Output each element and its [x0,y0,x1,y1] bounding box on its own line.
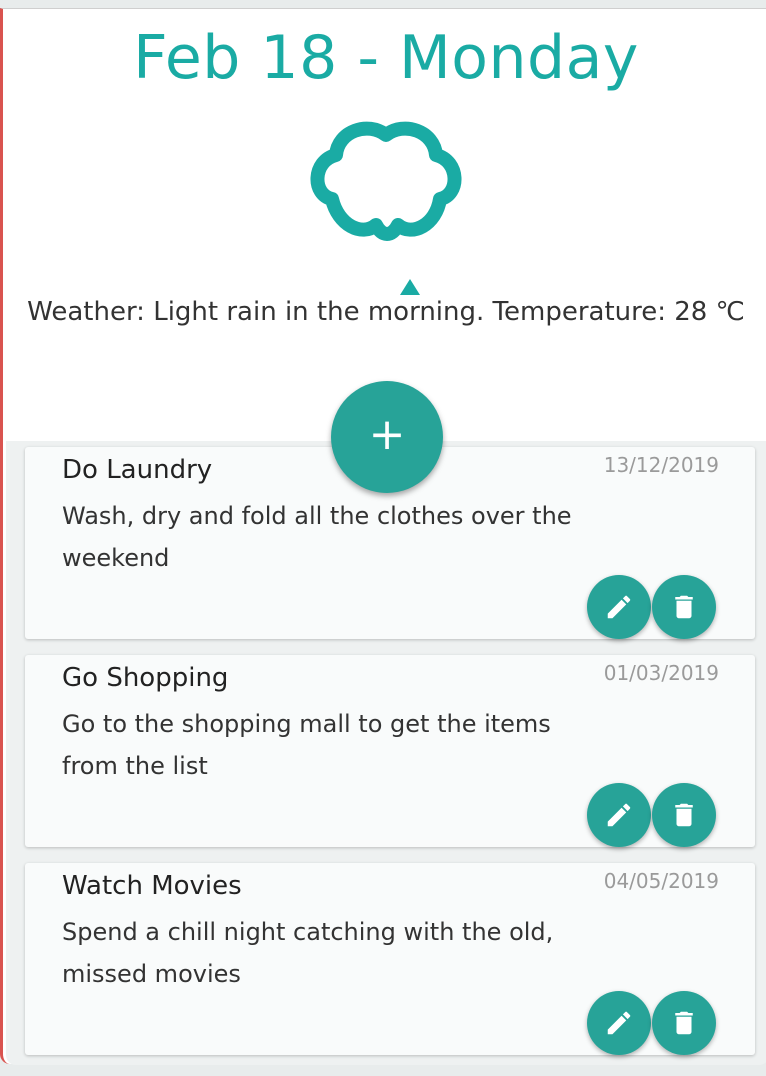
task-title: Watch Movies [62,871,242,901]
page-title-date: Feb 18 - Monday [133,23,639,93]
task-date: 04/05/2019 [603,869,719,893]
edit-button[interactable] [587,575,651,639]
delete-button[interactable] [652,991,716,1055]
task-date: 13/12/2019 [603,453,719,477]
task-description: Wash, dry and fold all the clothes over … [62,502,572,572]
delete-button[interactable] [652,575,716,639]
add-task-button[interactable]: + [331,381,443,493]
task-title: Go Shopping [62,663,229,693]
task-description: Go to the shopping mall to get the items… [62,710,551,780]
task-card: Go Shopping 01/03/2019 Go to the shoppin… [25,655,755,847]
task-list: Do Laundry 13/12/2019 Wash, dry and fold… [6,441,766,1065]
plus-icon: + [368,409,406,460]
edit-button[interactable] [587,783,651,847]
pencil-icon [607,803,631,827]
task-date: 01/03/2019 [603,661,719,685]
pencil-icon [607,595,631,619]
trash-icon [675,803,693,827]
trash-icon [675,595,693,619]
app-frame: Feb 18 - Monday Weather: Light rain in t… [0,8,766,1065]
pencil-icon [607,1011,631,1035]
trash-icon [675,1011,693,1035]
cloud-rain-icon [306,121,468,297]
edit-button[interactable] [587,991,651,1055]
weather-description: Weather: Light rain in the morning. Temp… [27,297,745,327]
delete-button[interactable] [652,783,716,847]
task-description: Spend a chill night catching with the ol… [62,918,554,988]
task-title: Do Laundry [62,455,213,485]
task-card: Watch Movies 04/05/2019 Spend a chill ni… [25,863,755,1055]
